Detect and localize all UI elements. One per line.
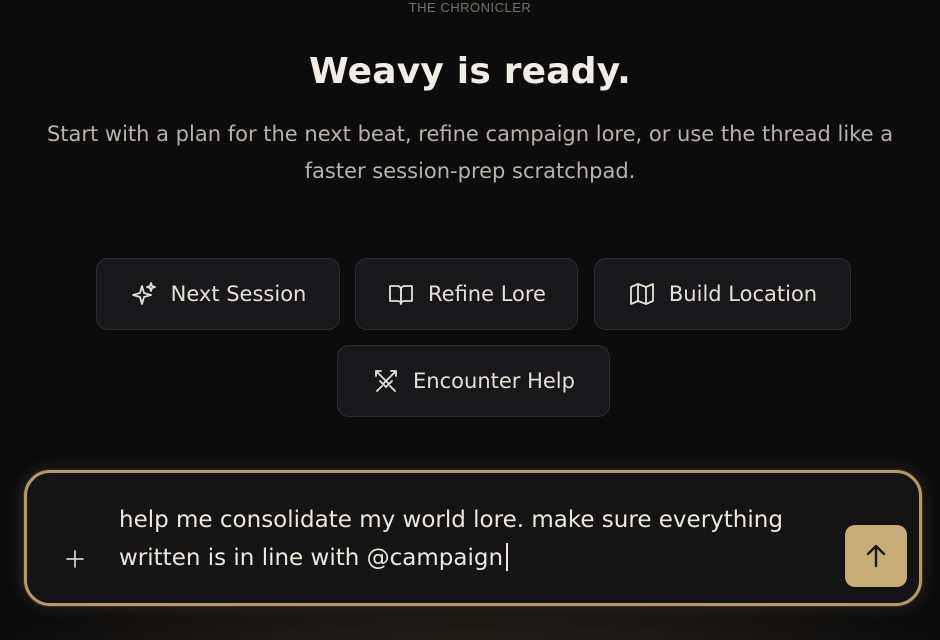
- build-location-label: Build Location: [668, 282, 818, 306]
- brand-label: THE CHRONICLER: [408, 0, 532, 15]
- hero-title: Weavy is ready.: [309, 51, 631, 92]
- hero-subtitle: Start with a plan for the next beat, ref…: [46, 122, 894, 183]
- refine-lore-label: Refine Lore: [428, 282, 546, 306]
- message-input[interactable]: help me consolidate my world lore. make …: [119, 501, 819, 577]
- plus-icon[interactable]: [63, 547, 87, 571]
- crossed-swords-icon: [375, 370, 397, 392]
- next-session-button[interactable]: Next Session: [96, 258, 340, 330]
- refine-lore-button[interactable]: Refine Lore: [355, 258, 578, 330]
- encounter-help-button[interactable]: Encounter Help: [337, 345, 610, 417]
- text-caret: [506, 543, 509, 571]
- send-button[interactable]: [845, 525, 907, 587]
- message-input-value: help me consolidate my world lore. make …: [119, 507, 791, 571]
- build-location-button[interactable]: Build Location: [594, 258, 851, 330]
- sparkle-icon: [131, 282, 156, 305]
- next-session-label: Next Session: [170, 282, 307, 306]
- arrow-up-icon: [866, 544, 886, 568]
- message-composer[interactable]: help me consolidate my world lore. make …: [24, 470, 922, 606]
- encounter-help-label: Encounter Help: [413, 369, 575, 393]
- map-icon: [629, 283, 654, 305]
- book-icon: [389, 285, 413, 305]
